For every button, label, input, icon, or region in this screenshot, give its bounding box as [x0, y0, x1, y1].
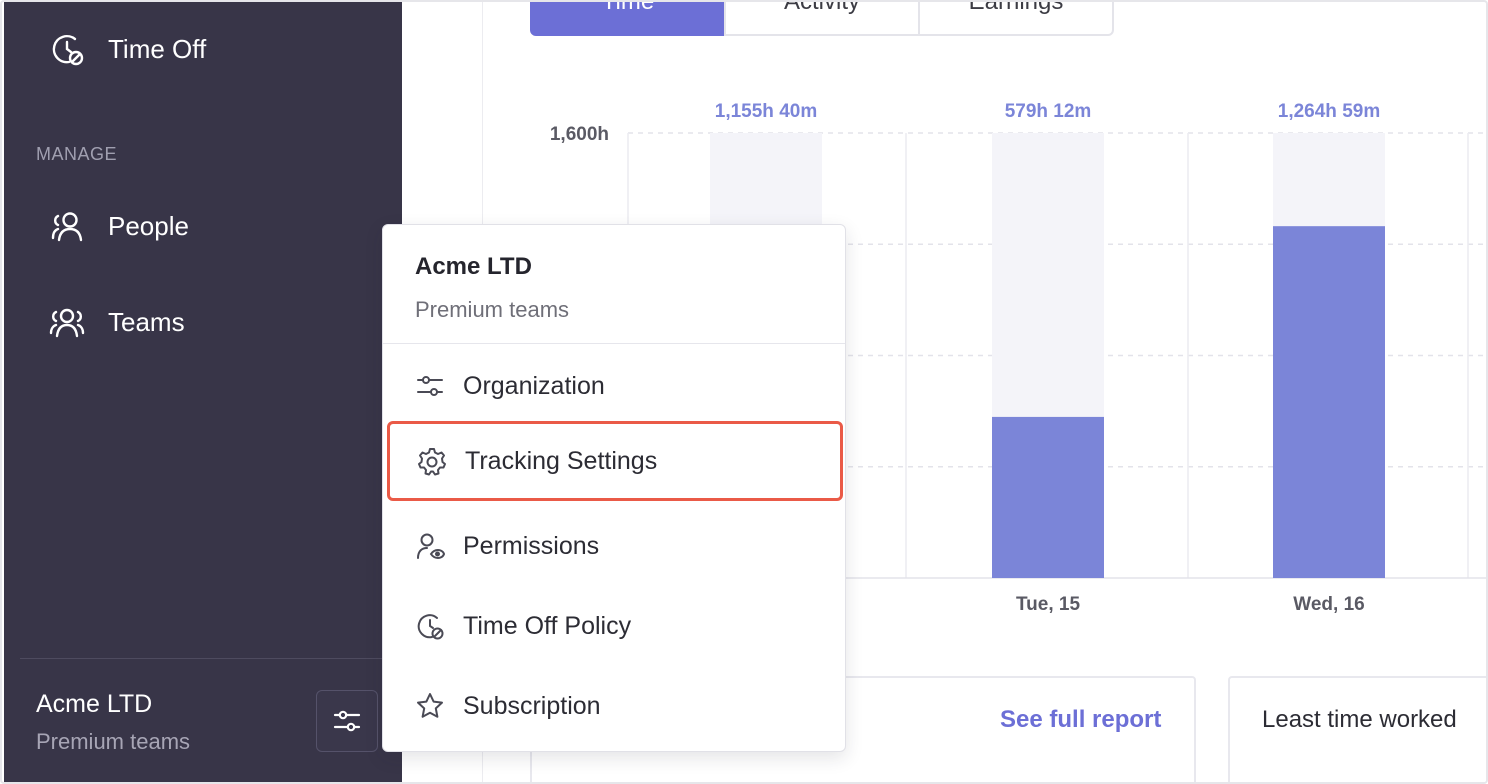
- y-tick-label: 1,600h: [550, 124, 609, 145]
- menu-org-name: Acme LTD: [415, 253, 532, 280]
- bar: [1273, 226, 1385, 579]
- menu-item-label: Time Off Policy: [463, 611, 632, 640]
- bar-total-label: 1,155h 40m: [715, 101, 817, 122]
- menu-divider: [383, 343, 845, 344]
- see-full-report-link[interactable]: See full report: [1000, 706, 1161, 734]
- menu-item-organization[interactable]: Organization: [383, 346, 845, 426]
- app-window: Time Off MANAGE People Teams Acme LTD Pr…: [0, 0, 1488, 784]
- x-tick-label: Wed, 16: [1293, 594, 1364, 615]
- least-time-worked-title: Least time worked: [1262, 706, 1457, 733]
- gear-icon: [418, 448, 446, 476]
- star-icon: [417, 693, 443, 718]
- menu-item-label: Tracking Settings: [465, 446, 658, 475]
- org-menu: Acme LTD Premium teams Organization Trac…: [382, 224, 846, 752]
- x-tick-label: Tue, 15: [1016, 594, 1080, 615]
- menu-org-plan: Premium teams: [415, 297, 570, 322]
- bar-total-label: 579h 12m: [1005, 101, 1092, 122]
- menu-item-label: Organization: [463, 371, 605, 400]
- menu-item-permissions[interactable]: Permissions: [383, 506, 845, 586]
- least-time-card: Least time worked: [1228, 676, 1486, 782]
- bar: [992, 416, 1104, 578]
- sliders-icon: [417, 376, 443, 396]
- menu-item-label: Permissions: [463, 531, 600, 560]
- menu-item-label: Subscription: [463, 691, 601, 720]
- menu-item-tracking-settings[interactable]: Tracking Settings: [387, 421, 843, 501]
- bar-total-label: 1,264h 59m: [1278, 101, 1380, 122]
- time-off-icon: [417, 614, 444, 640]
- user-eye-icon: [417, 533, 445, 560]
- menu-item-time-off-policy[interactable]: Time Off Policy: [383, 586, 845, 666]
- menu-item-subscription[interactable]: Subscription: [383, 666, 845, 746]
